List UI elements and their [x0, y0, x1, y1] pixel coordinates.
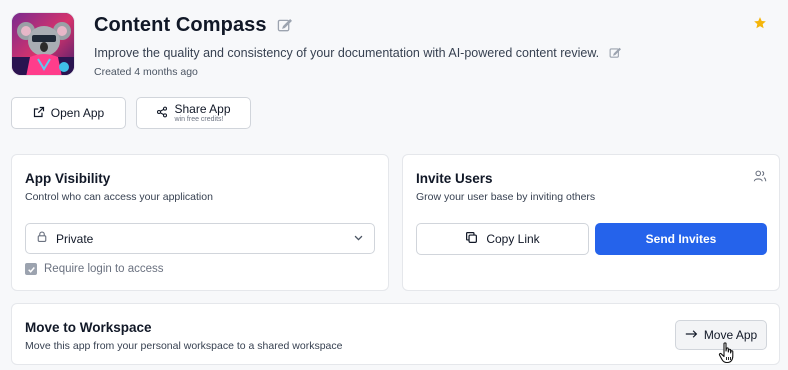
- move-to-workspace-title: Move to Workspace: [25, 320, 152, 335]
- invite-users-title: Invite Users: [416, 171, 493, 186]
- check-icon: [27, 266, 35, 273]
- app-visibility-card: App Visibility Control who can access yo…: [11, 154, 389, 291]
- chevron-down-icon: [353, 230, 364, 248]
- move-to-workspace-subtitle: Move this app from your personal workspa…: [25, 340, 343, 352]
- edit-description-icon[interactable]: [607, 45, 623, 61]
- app-header: Content Compass Improve the quality and …: [11, 12, 777, 78]
- require-login-row: Require login to access: [25, 263, 164, 275]
- require-login-label: Require login to access: [44, 263, 164, 275]
- app-thumbnail: [11, 12, 75, 76]
- app-title: Content Compass: [94, 14, 267, 36]
- open-app-button[interactable]: Open App: [11, 97, 126, 129]
- app-description: Improve the quality and consistency of y…: [94, 46, 600, 60]
- send-invites-label: Send Invites: [645, 232, 717, 246]
- app-actions: Open App Share App win free credits!: [11, 97, 251, 129]
- arrow-right-icon: [685, 328, 698, 342]
- move-app-label: Move App: [703, 328, 758, 342]
- invite-users-card: Invite Users Grow your user base by invi…: [402, 154, 780, 291]
- visibility-select[interactable]: Private: [25, 223, 375, 254]
- invite-users-subtitle: Grow your user base by inviting others: [416, 191, 596, 203]
- star-icon[interactable]: [753, 16, 769, 32]
- app-visibility-subtitle: Control who can access your application: [25, 191, 213, 203]
- move-app-button[interactable]: Move App: [675, 320, 767, 350]
- edit-title-icon[interactable]: [277, 18, 293, 34]
- open-app-label: Open App: [50, 106, 105, 120]
- move-to-workspace-card: Move to Workspace Move this app from you…: [11, 303, 780, 365]
- lock-icon: [36, 230, 48, 248]
- koala-image: [12, 13, 74, 75]
- app-visibility-title: App Visibility: [25, 171, 111, 186]
- share-icon: [156, 106, 168, 121]
- visibility-selected-value: Private: [56, 231, 94, 246]
- send-invites-button[interactable]: Send Invites: [595, 223, 767, 255]
- share-app-sublabel: win free credits!: [174, 116, 224, 123]
- users-icon: [753, 169, 767, 183]
- external-link-icon: [33, 106, 45, 121]
- copy-link-button[interactable]: Copy Link: [416, 223, 589, 255]
- created-timestamp: Created 4 months ago: [94, 66, 198, 78]
- share-app-button[interactable]: Share App win free credits!: [136, 97, 251, 129]
- copy-link-label: Copy Link: [486, 232, 540, 246]
- share-app-label: Share App: [174, 102, 231, 116]
- require-login-checkbox[interactable]: [25, 263, 37, 275]
- copy-icon: [465, 231, 478, 247]
